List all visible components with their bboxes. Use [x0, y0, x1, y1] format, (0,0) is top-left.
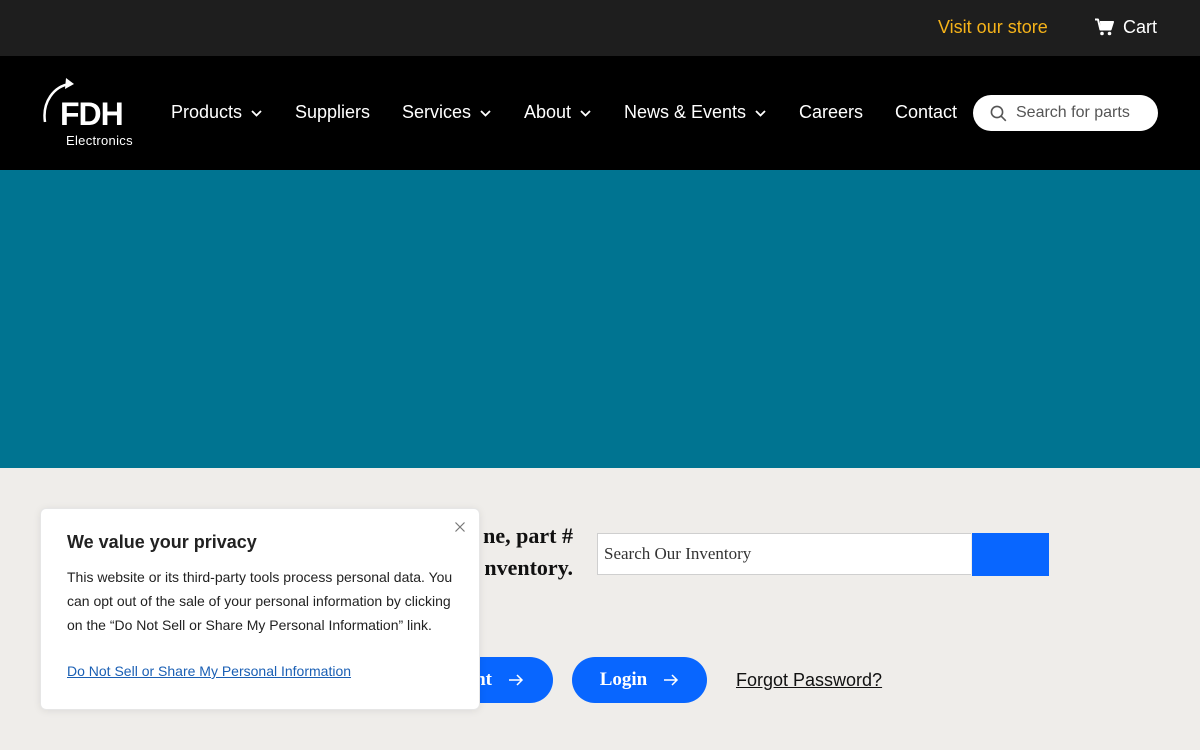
part-search-input[interactable]	[1016, 102, 1146, 124]
chevron-down-icon	[480, 110, 491, 117]
arrow-right-icon	[664, 674, 679, 686]
nav-item-label: Careers	[799, 102, 864, 122]
cart-icon	[1095, 18, 1114, 36]
hero-banner	[0, 170, 1200, 468]
close-icon[interactable]	[454, 521, 466, 533]
chevron-down-icon	[251, 110, 262, 117]
nav-item-careers[interactable]: Careers	[799, 101, 863, 123]
top-utility-bar: Visit our store Cart	[0, 0, 1200, 56]
consent-body: This website or its third-party tools pr…	[67, 569, 453, 633]
chevron-down-icon	[755, 110, 766, 117]
login-label: Login	[599, 669, 648, 690]
part-search-box	[973, 95, 1158, 131]
nav-item-label: About	[524, 102, 572, 122]
nav-item-suppliers[interactable]: Suppliers	[295, 101, 370, 123]
chevron-down-icon	[580, 110, 591, 117]
logo-subtitle: Electronics	[66, 133, 133, 148]
nav-item-label: Services	[402, 102, 472, 122]
login-button[interactable]: Login	[572, 657, 707, 703]
visit-store-link[interactable]: Visit our store	[938, 16, 1048, 38]
fdh-electronics-logo[interactable]: FDH Electronics	[42, 78, 142, 150]
search-icon	[990, 105, 1007, 122]
main-navigation: FDH Electronics Products Suppliers Servi…	[0, 56, 1200, 170]
nav-item-label: Products	[171, 102, 243, 122]
nav-item-products[interactable]: Products	[171, 101, 262, 123]
nav-item-about[interactable]: About	[524, 101, 591, 123]
inventory-search-button[interactable]	[972, 533, 1049, 576]
nav-item-label: Contact	[895, 102, 958, 122]
nav-item-label: News & Events	[624, 102, 747, 122]
do-not-sell-link[interactable]: Do Not Sell or Share My Personal Informa…	[67, 661, 351, 681]
nav-item-news-events[interactable]: News & Events	[624, 101, 766, 123]
forgot-password-link[interactable]: Forgot Password?	[736, 669, 882, 691]
inventory-search-input[interactable]	[597, 533, 971, 575]
nav-item-contact[interactable]: Contact	[895, 101, 957, 123]
nav-item-services[interactable]: Services	[402, 101, 491, 123]
logo-brand: FDH	[60, 96, 124, 132]
arrow-right-icon	[509, 674, 524, 686]
privacy-consent-dialog: We value your privacy This website or it…	[40, 508, 480, 710]
nav-item-label: Suppliers	[295, 102, 371, 122]
cart-button[interactable]: Cart	[1095, 16, 1157, 38]
consent-title: We value your privacy	[67, 532, 257, 552]
cart-label: Cart	[1123, 17, 1158, 37]
